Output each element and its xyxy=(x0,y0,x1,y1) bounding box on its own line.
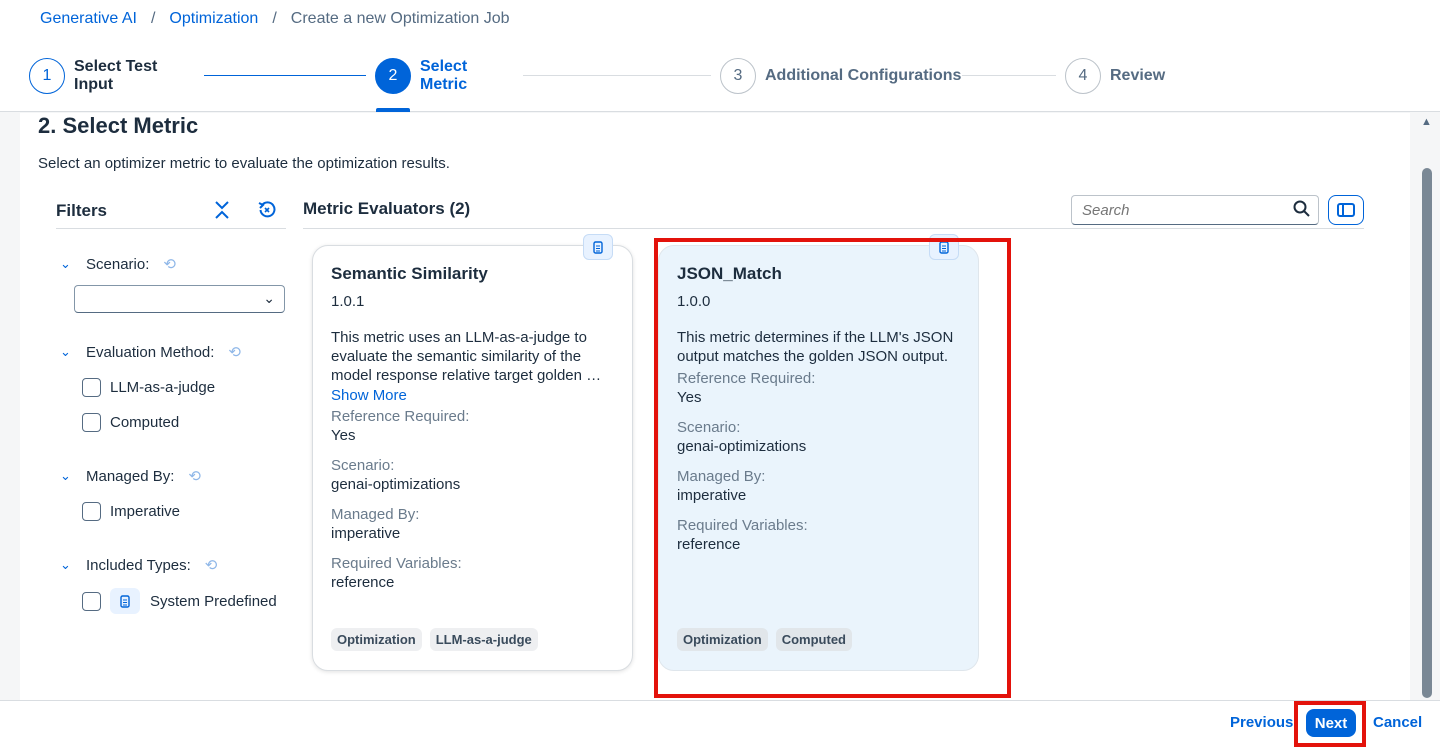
filter-option-imperative[interactable]: Imperative xyxy=(82,502,180,521)
prop-value: imperative xyxy=(331,525,401,542)
step-label: Review xyxy=(1110,67,1166,84)
checkbox-label: LLM-as-a-judge xyxy=(110,379,216,396)
filter-group-label: Scenario: xyxy=(86,255,150,273)
checkbox[interactable] xyxy=(82,591,101,611)
chevron-down-icon: ⌄ xyxy=(60,256,71,271)
filters-header: Filters xyxy=(56,201,286,229)
filter-option-system-predefined[interactable]: System Predefined xyxy=(82,588,277,614)
step-label-line: Select xyxy=(420,58,468,75)
highlight-next-button xyxy=(1294,701,1366,747)
tag: Optimization xyxy=(331,628,422,651)
step-connector-1 xyxy=(204,75,366,76)
previous-button[interactable]: Previous xyxy=(1230,714,1293,731)
step-connector-2 xyxy=(523,75,711,76)
active-step-indicator xyxy=(376,108,410,112)
document-icon xyxy=(110,588,140,614)
prop-label: Scenario: xyxy=(331,457,395,474)
filter-option-llm-as-a-judge[interactable]: LLM-as-a-judge xyxy=(82,378,215,397)
page-header: Generative AI / Optimization / Create a … xyxy=(0,0,1440,112)
cancel-button[interactable]: Cancel xyxy=(1373,714,1422,731)
prop-label: Required Variables: xyxy=(331,555,462,572)
tag: LLM-as-a-judge xyxy=(429,628,538,651)
section-description: Select an optimizer metric to evaluate t… xyxy=(38,155,450,172)
document-icon xyxy=(583,234,613,260)
filter-group-included-types[interactable]: ⌄ Included Types: ⟲ xyxy=(60,556,218,575)
breadcrumb: Generative AI / Optimization / Create a … xyxy=(40,10,510,28)
step-label: Additional Configurations xyxy=(765,67,962,84)
chevron-down-icon: ⌄ xyxy=(60,468,71,483)
step-label-line: Select Test xyxy=(74,58,158,75)
step-label: Select Metric xyxy=(420,58,467,94)
card-title: Semantic Similarity xyxy=(331,264,488,283)
step-number: 1 xyxy=(29,58,65,94)
checkbox-label: Computed xyxy=(110,414,180,431)
section-title: 2. Select Metric xyxy=(38,113,199,138)
breadcrumb-generative-ai[interactable]: Generative AI xyxy=(40,10,137,28)
side-panel-icon[interactable] xyxy=(1328,195,1364,225)
scenario-select[interactable]: ⌄ xyxy=(74,285,285,313)
filter-group-scenario[interactable]: ⌄ Scenario: ⟲ xyxy=(60,255,176,274)
chevron-down-icon: ⌄ xyxy=(60,344,71,359)
step-label: Select Test Input xyxy=(74,58,157,94)
step-number: 2 xyxy=(375,58,411,94)
step-number: 3 xyxy=(720,58,756,94)
search-input[interactable] xyxy=(1072,196,1282,224)
step-number: 4 xyxy=(1065,58,1101,94)
reset-icon[interactable]: ⟲ xyxy=(205,556,218,574)
card-version: 1.0.1 xyxy=(331,293,365,310)
checkbox-label: Imperative xyxy=(110,503,181,520)
prop-label: Managed By: xyxy=(331,506,420,523)
filter-group-managed-by[interactable]: ⌄ Managed By: ⟲ xyxy=(60,467,201,486)
step-additional-configurations[interactable]: 3 Additional Configurations xyxy=(720,58,961,94)
chevron-down-icon: ⌄ xyxy=(60,557,71,572)
reset-icon[interactable]: ⟲ xyxy=(163,255,176,273)
footer-toolbar: Previous Next Cancel xyxy=(0,700,1440,749)
step-select-test-input[interactable]: 1 Select Test Input xyxy=(29,58,157,94)
step-select-metric[interactable]: 2 Select Metric xyxy=(375,58,467,94)
filter-group-label: Managed By: xyxy=(86,467,175,485)
metric-evaluators-header: Metric Evaluators (2) xyxy=(303,195,1364,229)
card-tags: Optimization LLM-as-a-judge xyxy=(331,628,546,651)
scroll-up-icon[interactable]: ▲ xyxy=(1421,116,1432,128)
chevron-down-icon: ⌄ xyxy=(263,290,275,306)
breadcrumb-separator: / xyxy=(150,10,156,27)
filter-group-label: Evaluation Method: xyxy=(86,343,215,361)
search-icon[interactable] xyxy=(1293,200,1310,222)
step-connector-3 xyxy=(962,75,1056,76)
checkbox[interactable] xyxy=(82,378,101,397)
filter-group-evaluation-method[interactable]: ⌄ Evaluation Method: ⟲ xyxy=(60,343,241,362)
breadcrumb-optimization[interactable]: Optimization xyxy=(169,10,258,28)
card-description: This metric uses an LLM-as-a-judge to ev… xyxy=(331,329,602,384)
step-label-line: Metric xyxy=(420,76,468,93)
step-label-line: Input xyxy=(74,76,114,93)
prop-label: Reference Required: xyxy=(331,408,470,425)
prop-value: genai-optimizations xyxy=(331,476,461,493)
metric-evaluators-title: Metric Evaluators (2) xyxy=(303,199,471,218)
filters-title: Filters xyxy=(56,201,108,220)
reset-icon[interactable]: ⟲ xyxy=(228,343,241,361)
checkbox-label: System Predefined xyxy=(150,592,277,610)
prop-value: Yes xyxy=(331,427,356,444)
reset-icon[interactable]: ⟲ xyxy=(188,467,201,485)
checkbox[interactable] xyxy=(82,413,101,432)
clear-filters-icon[interactable] xyxy=(214,201,230,222)
metric-card-semantic-similarity[interactable]: Semantic Similarity 1.0.1 This metric us… xyxy=(312,234,633,671)
breadcrumb-separator: / xyxy=(272,10,277,27)
highlight-json-match-card xyxy=(654,238,1011,698)
step-review[interactable]: 4 Review xyxy=(1065,58,1165,94)
breadcrumb-current: Create a new Optimization Job xyxy=(290,10,510,27)
filter-option-computed[interactable]: Computed xyxy=(82,413,179,432)
filter-group-label: Included Types: xyxy=(86,556,191,574)
show-more-link[interactable]: Show More xyxy=(331,387,614,404)
search-field[interactable] xyxy=(1071,195,1319,225)
reset-icon[interactable] xyxy=(258,201,276,222)
prop-value: reference xyxy=(331,574,395,591)
checkbox[interactable] xyxy=(82,502,101,521)
scrollbar-thumb[interactable] xyxy=(1422,168,1432,698)
